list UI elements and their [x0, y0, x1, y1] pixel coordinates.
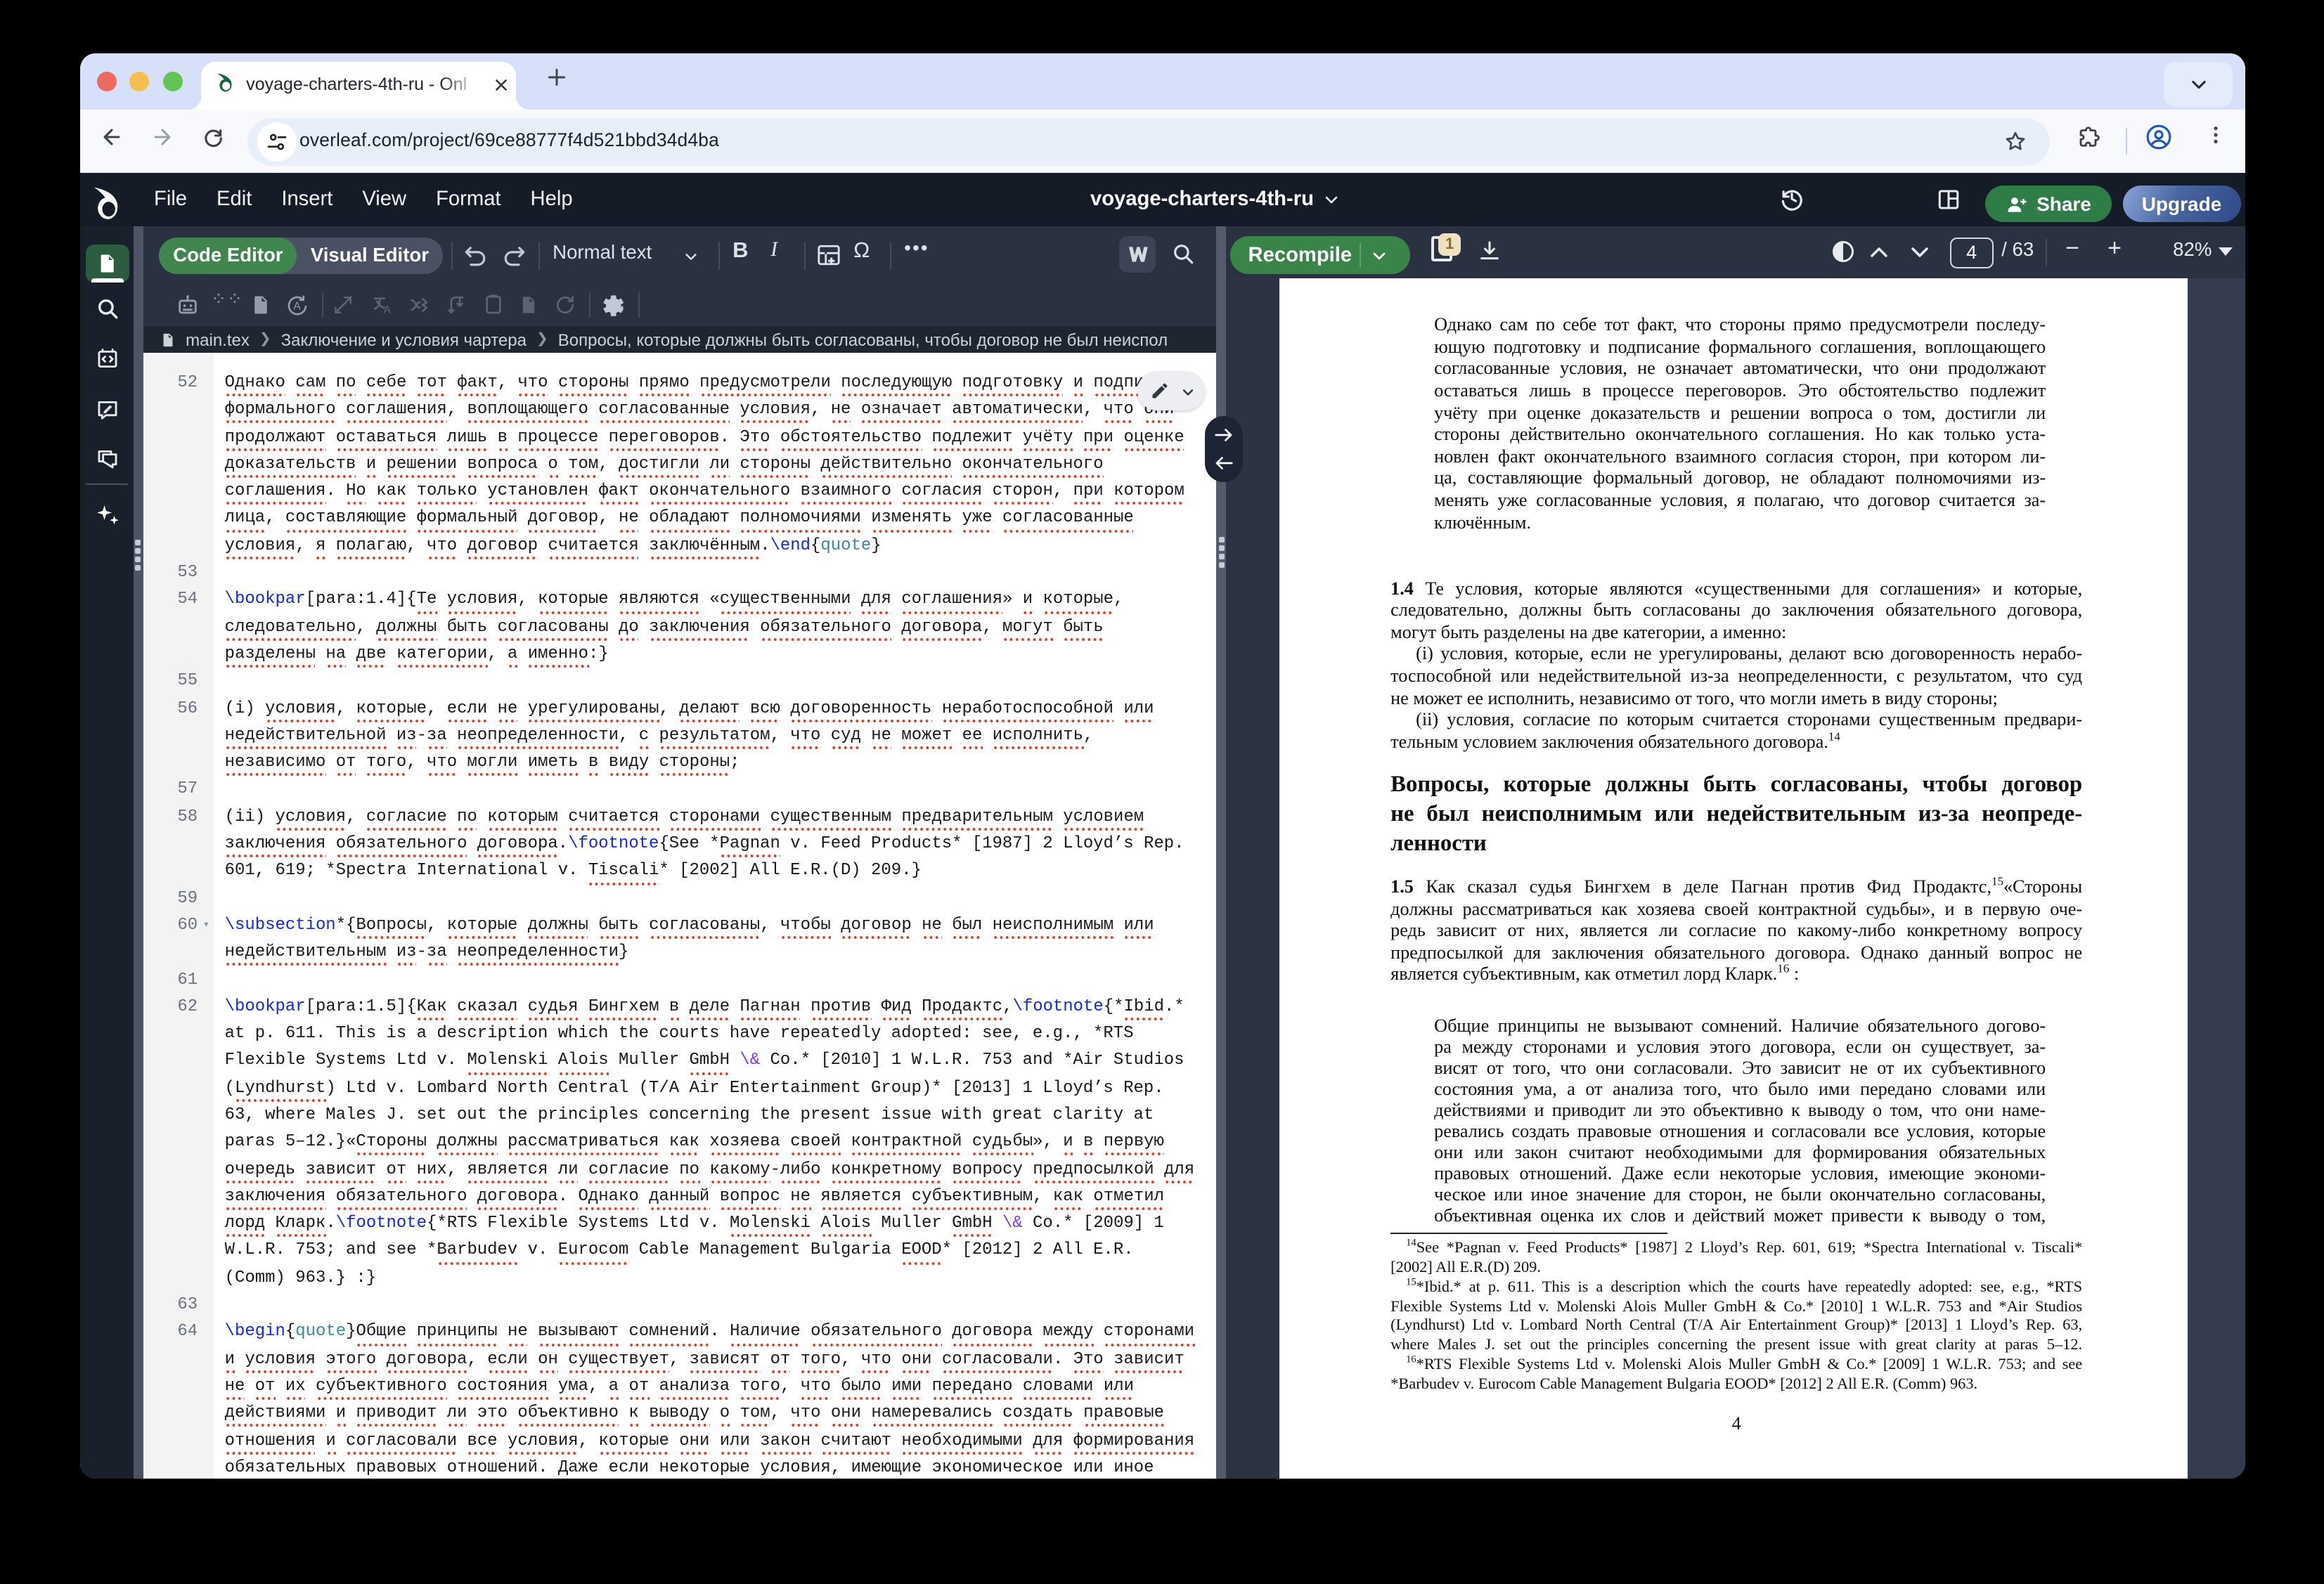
svg-text:A: A [383, 304, 391, 316]
svg-text:A: A [293, 300, 301, 312]
